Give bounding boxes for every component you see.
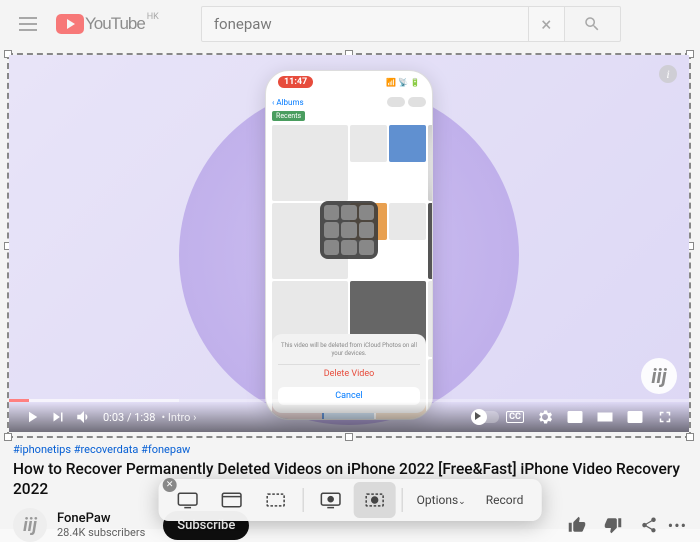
cc-button[interactable]: CC [501,402,529,432]
top-bar: YouTube HK × [0,0,700,48]
next-button[interactable] [45,402,71,432]
search-container: × [201,6,621,42]
resize-handle[interactable] [4,433,12,441]
phone-nav: ‹ Albums [272,97,426,107]
toolbar-divider [402,488,403,512]
record-entire-screen-button[interactable] [310,482,352,518]
play-button[interactable] [19,402,45,432]
close-toolbar-button[interactable]: ✕ [163,478,177,492]
capture-selection-button[interactable] [255,482,297,518]
screenshot-toolbar[interactable]: ✕ Options⌄ Record [159,479,542,521]
dislike-button[interactable] [604,516,622,534]
video-player[interactable]: 11:47 📶 📡 🔋 ‹ Albums Recents CROWNCROWN … [9,55,689,432]
miniplayer-button[interactable] [561,402,589,432]
channel-watermark[interactable]: iij [641,358,677,394]
toolbar-divider [303,488,304,512]
channel-avatar[interactable]: iij [13,508,47,542]
logo-text: YouTube [85,14,145,34]
settings-button[interactable] [531,402,559,432]
search-icon [583,15,601,33]
time-display: 0:03 / 1:38 [103,411,155,424]
phone-back-button: ‹ Albums [272,98,304,107]
share-button[interactable] [640,516,658,534]
record-button[interactable]: Record [476,493,534,507]
youtube-play-icon [56,14,84,34]
search-input[interactable] [201,6,529,42]
autoplay-toggle[interactable] [471,402,499,432]
capture-window-button[interactable] [211,482,253,518]
chapter-label[interactable]: • Intro › [161,411,196,424]
info-icon[interactable]: i [659,65,677,83]
recents-label: Recents [272,111,305,121]
like-button[interactable] [568,516,586,534]
record-selection-button[interactable] [354,482,396,518]
resize-handle[interactable] [686,433,694,441]
phone-status-bar: 11:47 📶 📡 🔋 [266,71,432,93]
phone-status-icons: 📶 📡 🔋 [386,78,420,87]
more-actions-button[interactable]: ••• [668,516,687,535]
phone-control-center [320,201,378,259]
resize-handle[interactable] [345,433,353,441]
dialog-message: This video will be deleted from iCloud P… [278,342,420,358]
theater-button[interactable] [591,402,619,432]
clear-search-button[interactable]: × [529,6,565,42]
options-dropdown[interactable]: Options⌄ [409,493,474,507]
iphone-mockup: 11:47 📶 📡 🔋 ‹ Albums Recents CROWNCROWN … [265,70,433,420]
hashtags[interactable]: #iphonetips #recoverdata #fonepaw [13,443,687,456]
youtube-logo[interactable]: YouTube HK [56,14,145,34]
capture-entire-screen-button[interactable]: ✕ [167,482,209,518]
search-button[interactable] [565,6,621,42]
fullscreen-button[interactable] [651,402,679,432]
menu-icon[interactable] [16,12,40,36]
subscriber-count: 28.4K subscribers [57,526,145,539]
logo-region: HK [147,12,159,22]
pip-button[interactable] [621,402,649,432]
phone-time: 11:47 [278,76,313,88]
player-controls: 0:03 / 1:38 • Intro › CC [9,402,689,432]
delete-video-button: Delete Video [278,364,420,383]
volume-button[interactable] [71,402,97,432]
video-actions [568,516,658,534]
channel-name[interactable]: FonePaw [57,511,145,526]
